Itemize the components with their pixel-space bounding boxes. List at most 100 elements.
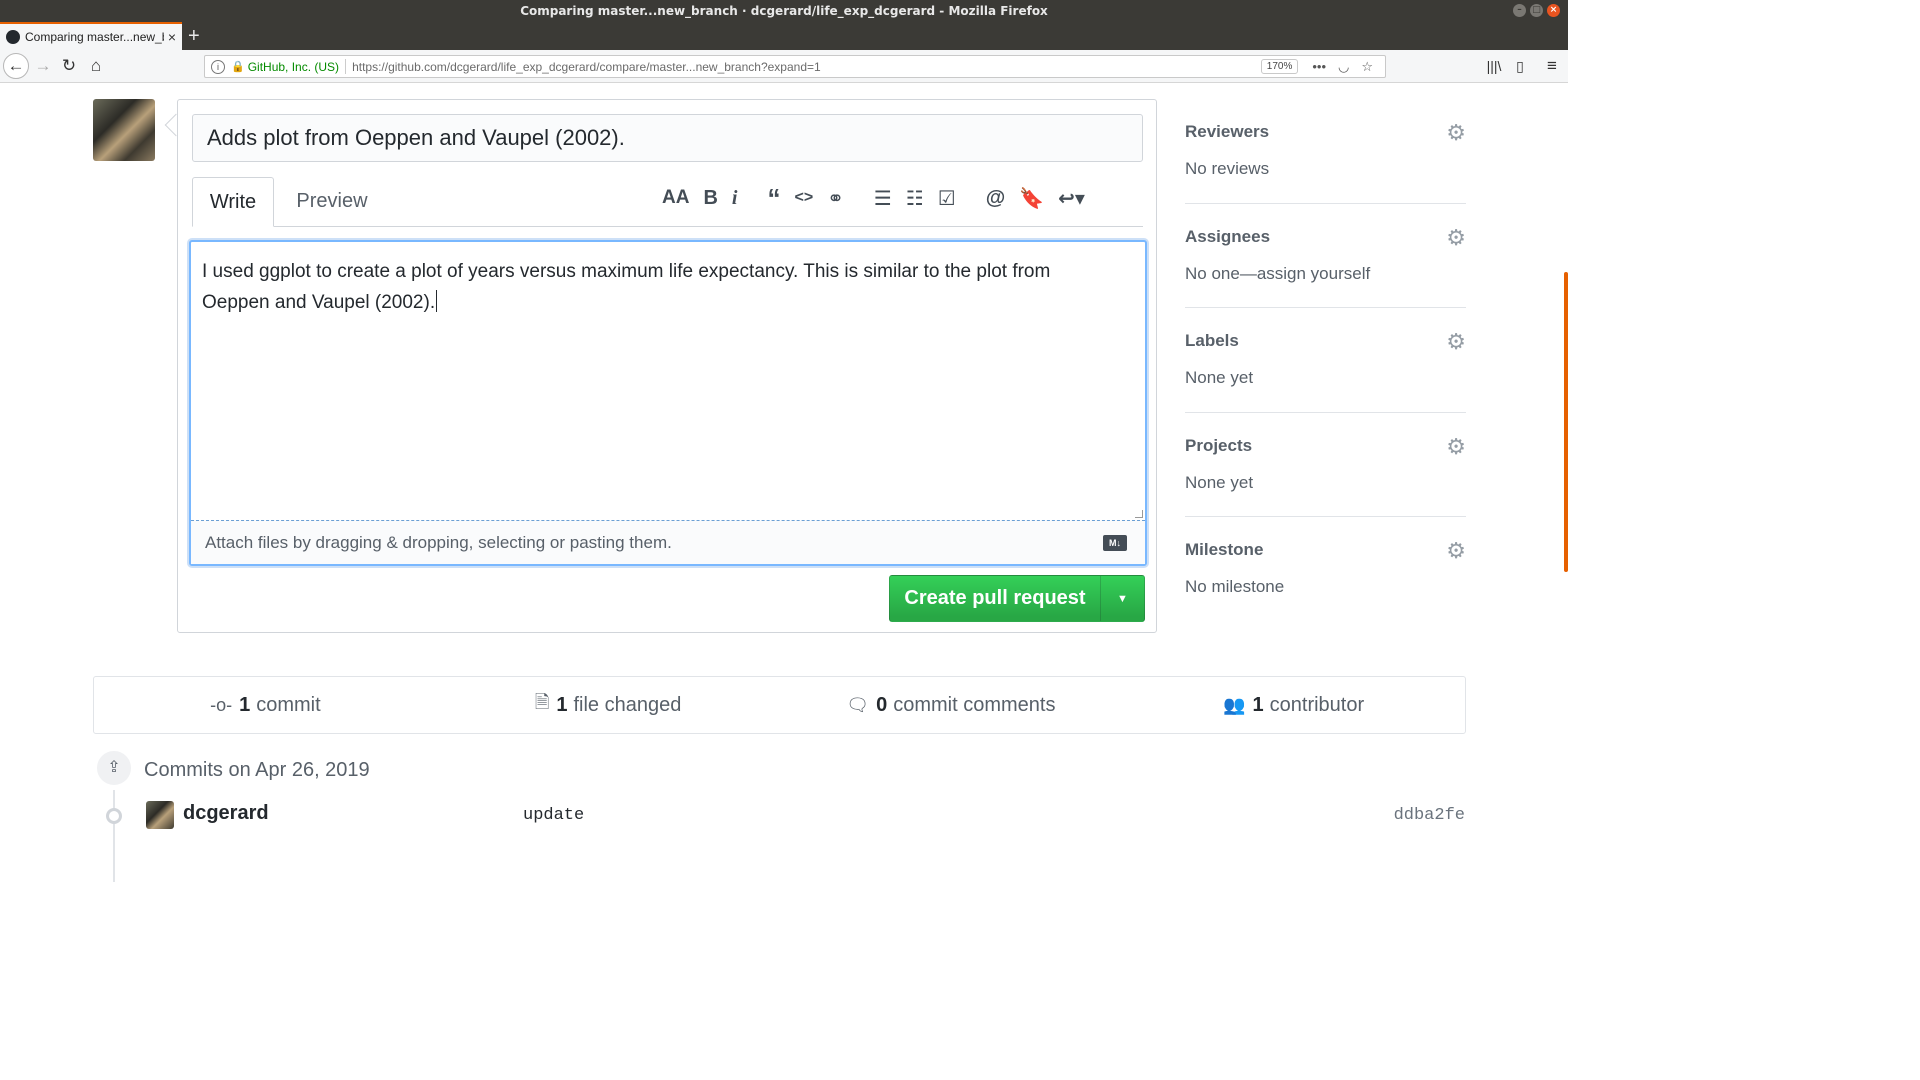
files-count: 1 <box>556 693 568 716</box>
sidebar-toggle-icon[interactable]: ▯ <box>1508 55 1532 77</box>
reply-icon[interactable]: ↩▾ <box>1058 186 1085 211</box>
comment-icon: 🗨 <box>846 694 870 715</box>
pocket-icon[interactable]: ◡ <box>1338 59 1349 75</box>
reviewers-heading[interactable]: Reviewers <box>1185 122 1269 142</box>
minimize-button[interactable]: – <box>1513 4 1526 17</box>
milestone-gear-icon[interactable]: ⚙ <box>1446 539 1466 563</box>
commit-sha[interactable]: ddba2fe <box>1394 806 1465 825</box>
create-pull-request-button[interactable]: Create pull request <box>890 576 1100 621</box>
sidebar-labels: Labels ⚙ None yet <box>1185 308 1466 413</box>
task-list-icon[interactable]: ☑ <box>938 186 956 211</box>
code-icon[interactable]: <> <box>794 189 813 207</box>
tab-bar: Comparing master...new_branch × + <box>0 22 1568 50</box>
lock-icon: 🔒 <box>231 61 245 73</box>
projects-value: None yet <box>1185 472 1254 492</box>
pr-body-text[interactable]: I used ggplot to create a plot of years … <box>202 256 1122 318</box>
markdown-toolbar: AA B i “ <> ⚭ ☰ ☷ ☑ @ 🔖 ↩▾ <box>662 183 1099 213</box>
comments-count: 0 <box>876 693 888 716</box>
pr-body-textarea[interactable]: I used ggplot to create a plot of years … <box>189 240 1147 566</box>
text-caret <box>436 290 438 312</box>
sidebar-assignees: Assignees ⚙ No one—assign yourself <box>1185 204 1466 308</box>
maximize-button[interactable]: □ <box>1530 4 1543 17</box>
reviewers-gear-icon[interactable]: ⚙ <box>1446 121 1466 145</box>
files-label: file changed <box>573 693 682 716</box>
resize-handle[interactable] <box>1135 510 1143 518</box>
menu-icon[interactable]: ≡ <box>1540 55 1564 77</box>
assignees-heading[interactable]: Assignees <box>1185 227 1270 247</box>
pr-title-input[interactable]: Adds plot from Oeppen and Vaupel (2002). <box>192 114 1143 162</box>
back-button[interactable]: ← <box>3 53 29 79</box>
new-tab-button[interactable]: + <box>188 24 200 48</box>
projects-gear-icon[interactable]: ⚙ <box>1446 434 1466 459</box>
window-title: Comparing master...new_branch · dcgerard… <box>520 4 1048 18</box>
commit-message[interactable]: update <box>523 806 584 825</box>
comments-label: commit comments <box>893 693 1056 716</box>
forward-button[interactable]: → <box>31 55 55 77</box>
bullet-list-icon[interactable]: ☰ <box>874 186 892 211</box>
tab-preview[interactable]: Preview <box>282 177 382 227</box>
editor-tabs: Write Preview AA B i “ <> ⚭ ☰ ☷ ☑ @ 🔖 ↩▾ <box>192 177 1143 227</box>
tab-title: Comparing master...new_branch <box>25 30 164 44</box>
close-window-button[interactable]: × <box>1547 4 1560 17</box>
reference-icon[interactable]: 🔖 <box>1019 186 1044 211</box>
milestone-value: No milestone <box>1185 577 1285 596</box>
create-options-dropdown-icon[interactable]: ▼ <box>1100 576 1144 621</box>
assignees-gear-icon[interactable]: ⚙ <box>1446 225 1466 250</box>
tab-close-icon[interactable]: × <box>168 29 176 45</box>
commit-author-avatar[interactable] <box>146 801 174 829</box>
numbered-list-icon[interactable]: ☷ <box>906 186 924 211</box>
window-controls: – □ × <box>1513 4 1560 17</box>
url-text[interactable]: https://github.com/dcgerard/life_exp_dcg… <box>352 60 1261 74</box>
attach-hint: Attach files by dragging & dropping, sel… <box>205 533 672 552</box>
file-diff-icon: 🗎 <box>534 692 550 712</box>
bold-icon[interactable]: B <box>703 187 717 210</box>
people-icon: 👥 <box>1223 694 1246 715</box>
commit-dot-icon <box>106 808 122 824</box>
contributors-count: 1 <box>1252 693 1264 716</box>
stat-files[interactable]: 🗎 1 file changed <box>437 677 780 733</box>
site-info-icon[interactable]: i <box>211 59 225 74</box>
labels-gear-icon[interactable]: ⚙ <box>1446 330 1466 354</box>
stat-comments[interactable]: 🗨 0 commit comments <box>780 677 1123 733</box>
stat-commits[interactable]: -o- 1 commit <box>94 677 437 733</box>
labels-value: None yet <box>1185 368 1254 387</box>
quote-icon[interactable]: “ <box>767 183 780 214</box>
page-scrollbar[interactable] <box>1564 272 1568 572</box>
browser-tab-active[interactable]: Comparing master...new_branch × <box>0 22 182 50</box>
github-favicon-icon <box>6 30 20 44</box>
commits-date-heading: Commits on Apr 26, 2019 <box>144 759 370 781</box>
url-bar[interactable]: i 🔒 GitHub, Inc. (US) https://github.com… <box>204 55 1386 78</box>
commits-count: 1 <box>239 693 251 716</box>
window-titlebar: Comparing master...new_branch · dcgerard… <box>0 0 1568 22</box>
compare-stats-bar: -o- 1 commit 🗎 1 file changed 🗨 0 commit… <box>93 676 1466 734</box>
create-pull-request-group: Create pull request ▼ <box>889 575 1145 622</box>
home-button[interactable]: ⌂ <box>84 55 108 77</box>
header-icon[interactable]: AA <box>662 187 689 209</box>
url-separator <box>345 59 347 74</box>
reload-button[interactable]: ↻ <box>57 55 81 77</box>
bookmark-star-icon[interactable]: ☆ <box>1361 59 1373 75</box>
assignees-value[interactable]: No one—assign yourself <box>1185 264 1370 284</box>
link-icon[interactable]: ⚭ <box>827 186 844 211</box>
site-identity[interactable]: GitHub, Inc. (US) <box>248 60 339 74</box>
tab-write[interactable]: Write <box>192 177 274 227</box>
sidebar-projects: Projects ⚙ None yet <box>1185 413 1466 517</box>
library-icon[interactable]: |||\ <box>1482 55 1506 77</box>
commit-timeline <box>113 790 115 882</box>
commit-icon: -o- <box>210 694 233 715</box>
commit-author[interactable]: dcgerard <box>183 802 269 825</box>
contributors-label: contributor <box>1269 693 1365 716</box>
projects-heading[interactable]: Projects <box>1185 436 1252 456</box>
stat-contributors[interactable]: 👥 1 contributor <box>1122 677 1465 733</box>
markdown-icon[interactable]: M↓ <box>1103 535 1127 551</box>
page-actions-icon[interactable]: ••• <box>1312 59 1326 74</box>
milestone-heading[interactable]: Milestone <box>1185 540 1263 560</box>
file-attach-dropzone[interactable]: Attach files by dragging & dropping, sel… <box>191 520 1145 564</box>
mention-icon[interactable]: @ <box>986 187 1006 210</box>
labels-heading[interactable]: Labels <box>1185 331 1239 351</box>
navigation-toolbar: ← → ↻ ⌂ i 🔒 GitHub, Inc. (US) https://gi… <box>0 50 1568 83</box>
zoom-indicator[interactable]: 170% <box>1260 59 1299 74</box>
italic-icon[interactable]: i <box>732 187 738 210</box>
user-avatar[interactable] <box>93 99 155 161</box>
sidebar-reviewers: Reviewers ⚙ No reviews <box>1185 99 1466 204</box>
